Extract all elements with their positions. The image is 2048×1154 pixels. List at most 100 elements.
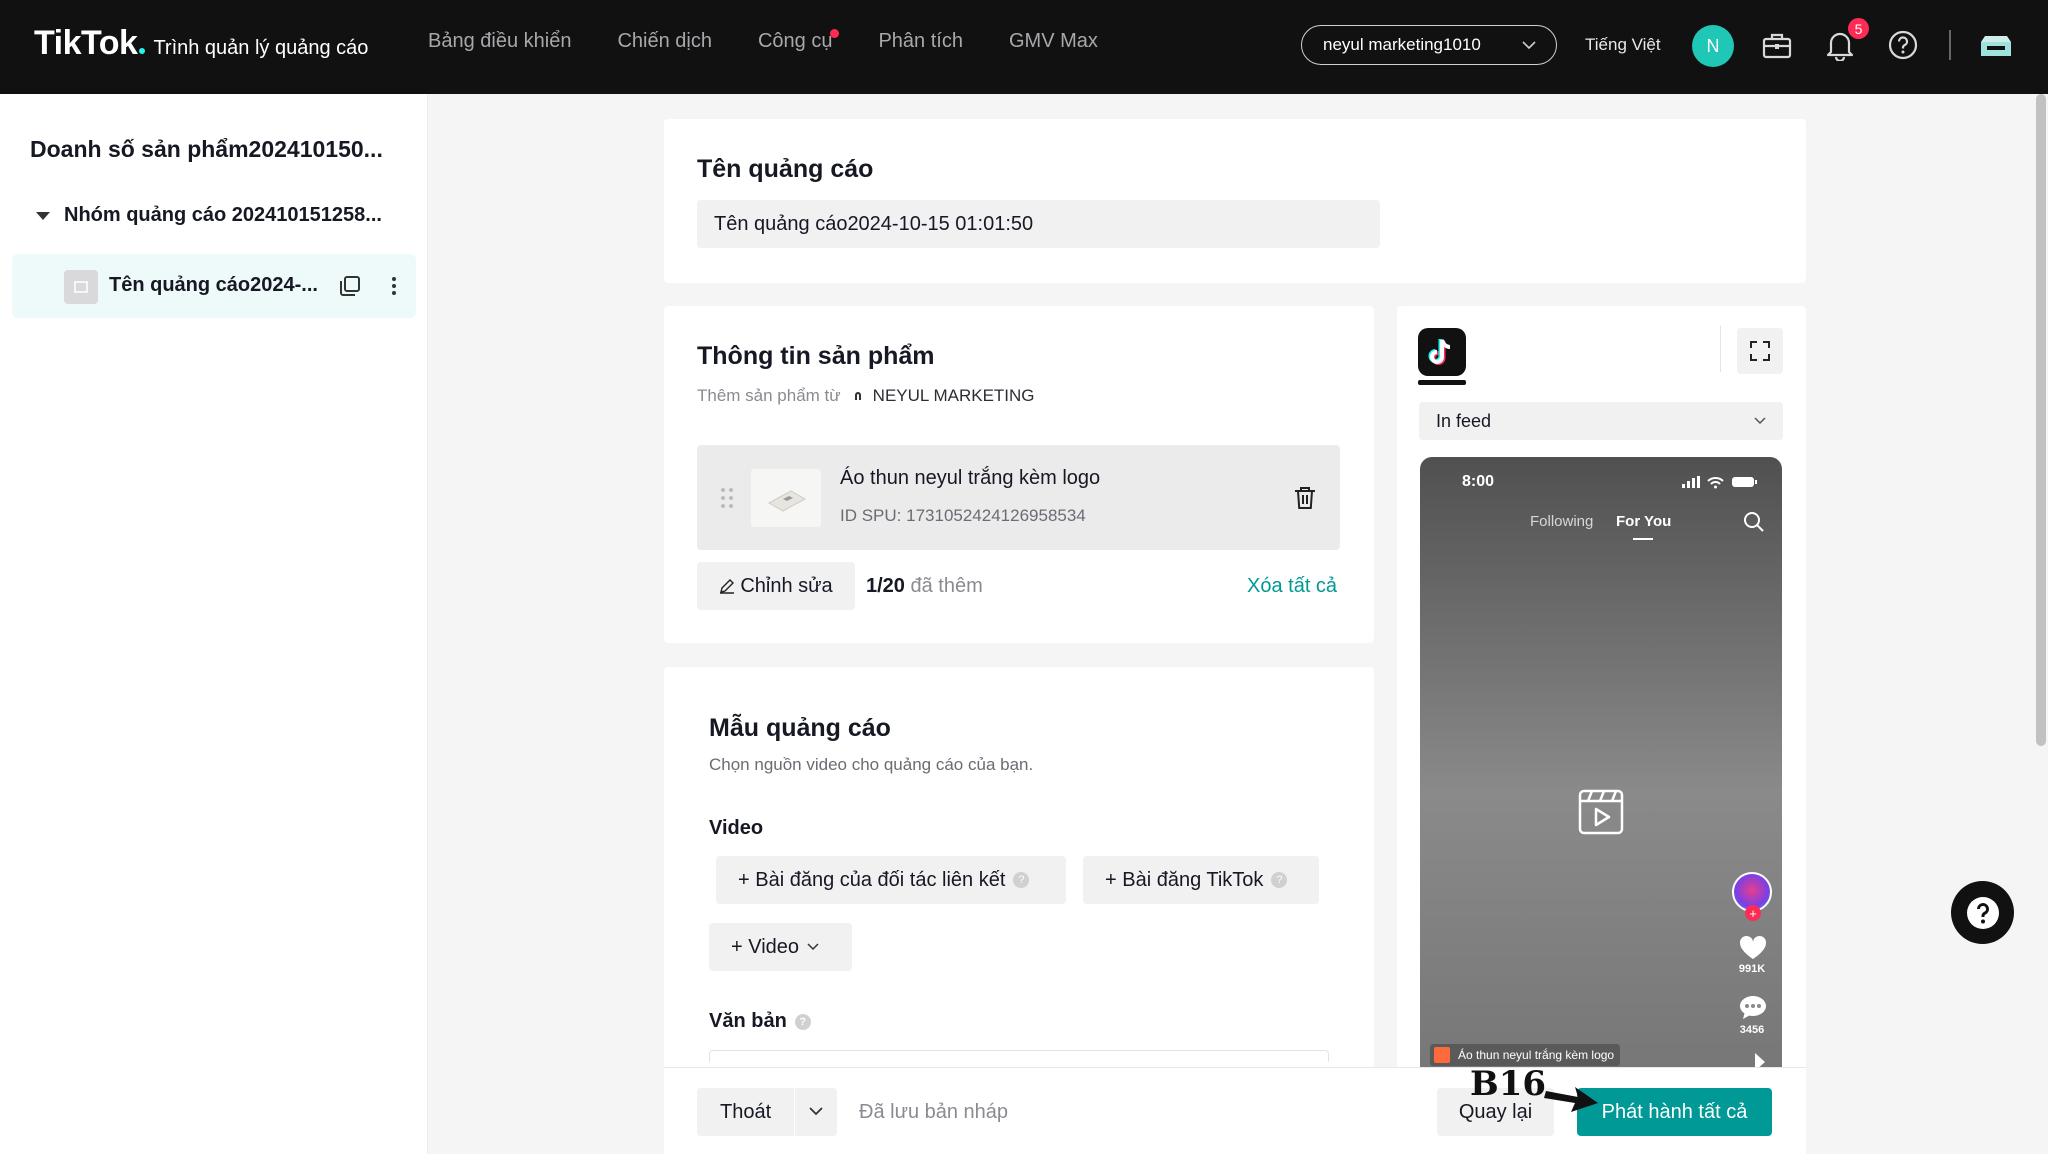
expand-icon xyxy=(1750,341,1770,361)
sidebar-ad-item[interactable]: Tên quảng cáo2024-... xyxy=(12,254,416,318)
help-button[interactable] xyxy=(1951,881,2014,944)
main-nav: Bảng điều khiển Chiến dịch Công cụ Phân … xyxy=(428,29,1144,53)
help-circle-icon[interactable] xyxy=(1886,28,1920,62)
chevron-down-icon xyxy=(1754,417,1766,425)
ad-thumbnail-icon xyxy=(64,270,98,304)
tutorial-step-label: B16 xyxy=(1470,1064,1547,1104)
product-count-value: 1/20 xyxy=(866,575,905,597)
logo-dot-icon xyxy=(139,48,146,54)
page-scrollbar[interactable] xyxy=(2036,94,2046,746)
phone-tab-following: Following xyxy=(1530,513,1594,530)
product-row: Áo thun neyul trắng kèm logo ID SPU: 173… xyxy=(697,445,1340,550)
nav-analytics[interactable]: Phân tích xyxy=(878,30,963,53)
chevron-down-icon[interactable] xyxy=(809,1106,823,1116)
add-video-button[interactable]: + Video xyxy=(709,923,852,971)
nav-tools[interactable]: Công cụ xyxy=(757,29,840,53)
share-icon xyxy=(1755,1053,1765,1067)
product-source: Thêm sản phẩm từ NEYUL MARKETING xyxy=(697,386,1035,406)
active-placement-indicator xyxy=(1418,380,1466,385)
creative-title: Mẫu quảng cáo xyxy=(709,714,891,742)
publish-all-button[interactable]: Phát hành tất cả xyxy=(1577,1088,1772,1136)
exit-split-button[interactable]: Thoát xyxy=(697,1088,837,1136)
product-info-title: Thông tin sản phẩm xyxy=(697,342,935,370)
drag-handle-icon[interactable] xyxy=(719,487,735,509)
product-name: Áo thun neyul trắng kèm logo xyxy=(840,467,1101,489)
publish-all-label: Phát hành tất cả xyxy=(1601,1100,1748,1123)
sidebar-ad-label: Tên quảng cáo2024-... xyxy=(109,274,318,296)
product-source-name: NEYUL MARKETING xyxy=(872,386,1035,405)
comment-count: 3456 xyxy=(1739,1024,1765,1036)
user-avatar[interactable]: N xyxy=(1692,25,1734,67)
preview-divider xyxy=(1720,326,1721,372)
follow-plus-icon: + xyxy=(1745,905,1761,921)
nav-campaigns[interactable]: Chiến dịch xyxy=(617,30,712,53)
text-section-label: Văn bản? xyxy=(709,1010,811,1033)
more-vertical-icon[interactable] xyxy=(382,274,406,298)
tiktok-ads-logo[interactable]: TikTok Trình quản lý quảng cáo xyxy=(34,24,368,64)
heart-icon xyxy=(1739,935,1767,959)
product-count-suffix: đã thêm xyxy=(910,575,983,597)
logo-product-name: Trình quản lý quảng cáo xyxy=(153,37,369,59)
tiktok-logo-icon[interactable] xyxy=(1418,328,1466,376)
logo-brand: TikTok xyxy=(34,24,138,62)
comment-icon xyxy=(1740,996,1766,1019)
ad-name-value: Tên quảng cáo2024-10-15 01:01:50 xyxy=(714,212,1034,235)
video-placeholder-icon xyxy=(1578,789,1624,835)
info-icon: ? xyxy=(794,1013,811,1030)
caret-down-icon[interactable] xyxy=(36,211,50,220)
nav-tools-label: Công cụ xyxy=(757,30,833,52)
notification-count-badge: 5 xyxy=(1848,18,1869,39)
draft-saved-status: Đã lưu bản nháp xyxy=(859,1101,1009,1123)
phone-tab-for-you: For You xyxy=(1616,513,1672,530)
tiktok-post-button[interactable]: + Bài đăng TikTok? xyxy=(1083,856,1319,904)
like-count: 991K xyxy=(1738,963,1766,975)
sidebar-campaign[interactable]: Doanh số sản phẩm202410150... xyxy=(30,136,383,163)
video-section-label: Video xyxy=(709,817,764,839)
account-selector[interactable]: neyul marketing1010 xyxy=(1301,25,1557,65)
product-anchor-tag: Áo thun neyul trắng kèm logo xyxy=(1430,1044,1621,1066)
account-name: neyul marketing1010 xyxy=(1323,35,1481,54)
fullscreen-button[interactable] xyxy=(1737,328,1783,374)
edit-products-label: Chỉnh sửa xyxy=(740,574,833,597)
copy-icon[interactable] xyxy=(338,274,362,298)
new-indicator-dot xyxy=(830,29,840,38)
product-thumbnail xyxy=(751,469,821,527)
product-count: 1/20 đã thêm xyxy=(866,575,983,598)
chevron-down-icon xyxy=(1522,40,1536,49)
shop-icon xyxy=(854,392,861,400)
ad-name-input[interactable]: Tên quảng cáo2024-10-15 01:01:50 xyxy=(697,200,1380,248)
sidebar-ad-group-label: Nhóm quảng cáo 202410151258... xyxy=(64,204,382,226)
toolbar-divider xyxy=(1949,30,1951,60)
campaign-tree-sidebar: Doanh số sản phẩm202410150... Nhóm quảng… xyxy=(0,94,428,1154)
creative-subtitle: Chọn nguồn video cho quảng cáo của bạn. xyxy=(709,755,1034,774)
language-selector[interactable]: Tiếng Việt xyxy=(1585,35,1661,55)
product-spu: ID SPU: 1731052424126958534 xyxy=(840,506,1086,525)
info-icon: ? xyxy=(1013,872,1030,888)
briefcase-icon[interactable] xyxy=(1760,28,1794,62)
affiliate-post-label: + Bài đăng của đối tác liên kết xyxy=(738,868,1006,891)
exit-button-label: Thoát xyxy=(720,1101,772,1123)
tutorial-arrow-icon xyxy=(1544,1087,1598,1112)
nav-gmv-max[interactable]: GMV Max xyxy=(1009,30,1098,53)
trash-icon[interactable] xyxy=(1293,485,1317,511)
tiktok-post-label: + Bài đăng TikTok xyxy=(1105,868,1264,891)
clear-all-link[interactable]: Xóa tất cả xyxy=(1247,575,1337,598)
phone-preview: 8:00 Following For You + 991K 3456 Áo th… xyxy=(1420,457,1782,1067)
question-icon xyxy=(1966,896,1999,929)
cart-icon xyxy=(1434,1047,1450,1063)
phone-clock: 8:00 xyxy=(1462,473,1495,490)
pencil-icon xyxy=(720,579,735,594)
business-center-icon[interactable] xyxy=(1979,28,2013,62)
edit-products-button[interactable]: Chỉnh sửa xyxy=(697,562,855,610)
add-video-label: + Video xyxy=(731,935,800,958)
affiliate-post-button[interactable]: + Bài đăng của đối tác liên kết? xyxy=(716,856,1066,904)
nav-dashboard[interactable]: Bảng điều khiển xyxy=(428,30,571,53)
phone-tab-indicator xyxy=(1633,538,1653,540)
search-icon xyxy=(1744,512,1764,532)
placement-select[interactable]: In feed xyxy=(1419,402,1783,440)
ad-text-input[interactable] xyxy=(709,1050,1329,1062)
placement-value: In feed xyxy=(1436,410,1492,431)
info-icon: ? xyxy=(1271,872,1288,888)
top-navigation-bar: TikTok Trình quản lý quảng cáo Bảng điều… xyxy=(0,0,2048,94)
sidebar-ad-group[interactable]: Nhóm quảng cáo 202410151258... xyxy=(36,204,382,227)
